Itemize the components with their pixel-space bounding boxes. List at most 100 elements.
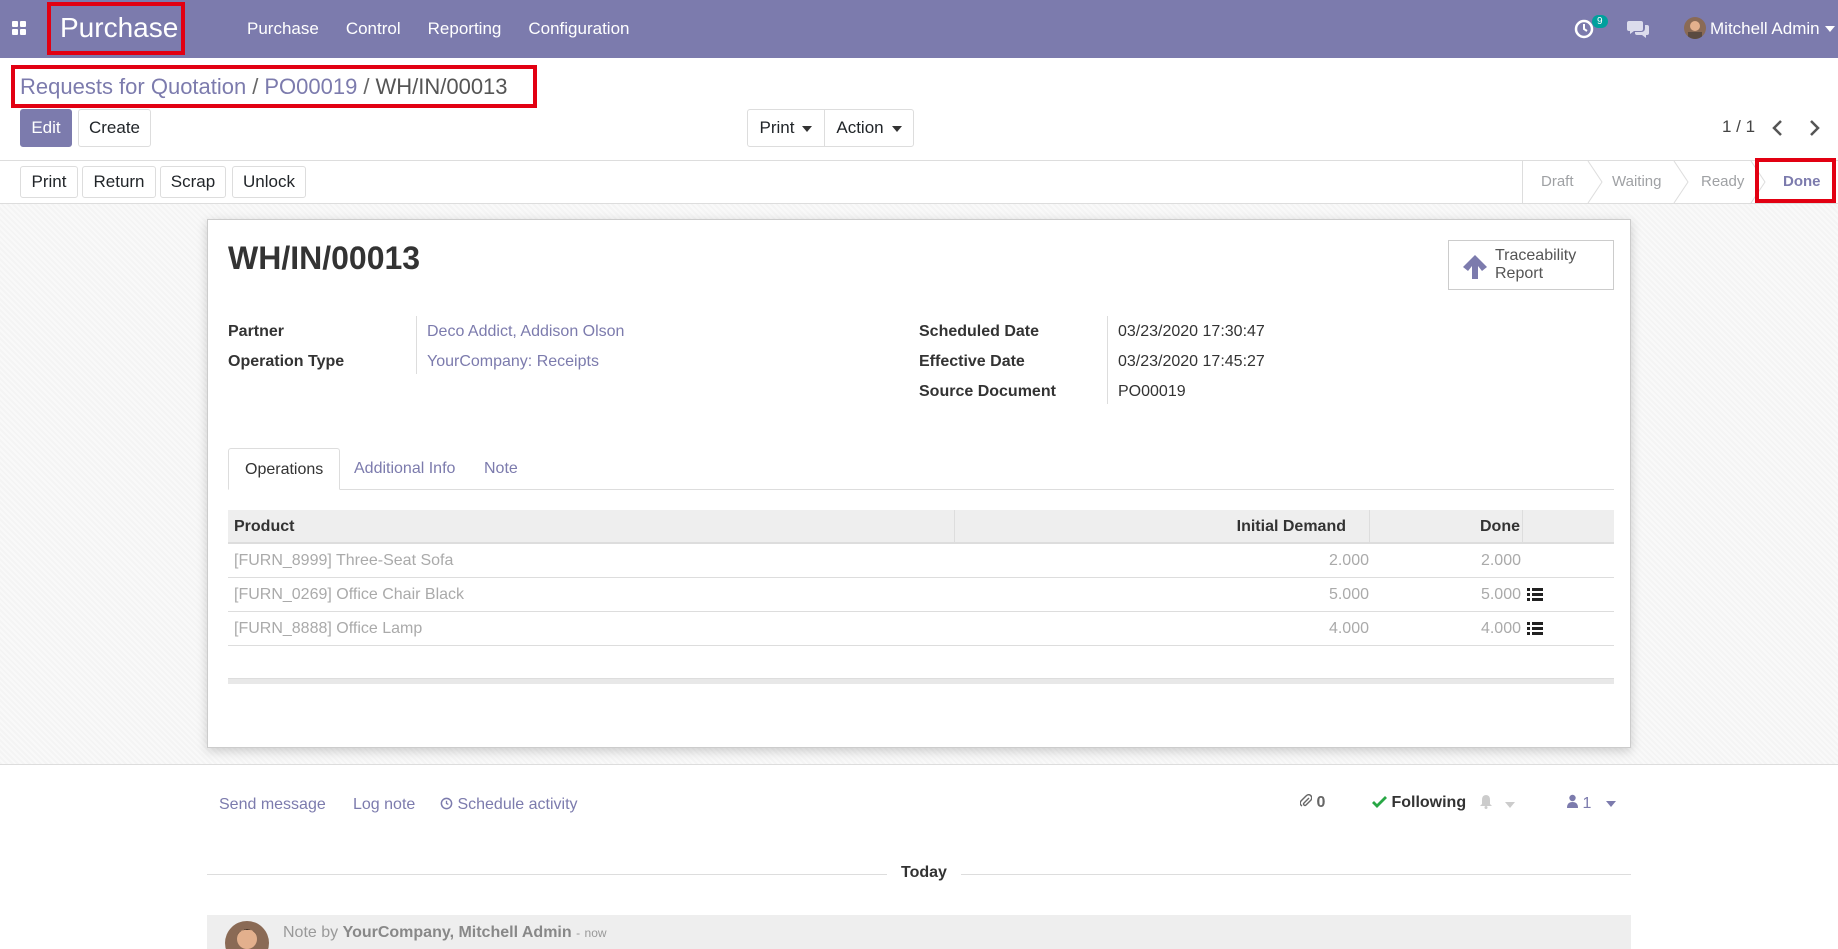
return-button[interactable]: Return bbox=[82, 166, 156, 198]
tab-operations[interactable]: Operations bbox=[228, 448, 341, 490]
pager-previous-icon[interactable] bbox=[1771, 119, 1785, 137]
top-navbar: Purchase Purchase Control Reporting Conf… bbox=[0, 0, 1838, 58]
scheduled-date-value: 03/23/2020 17:30:47 bbox=[1118, 323, 1265, 340]
source-document-label: Source Document bbox=[919, 383, 1056, 400]
scrap-button[interactable]: Scrap bbox=[160, 166, 226, 198]
menu-reporting[interactable]: Reporting bbox=[428, 19, 502, 39]
column-divider bbox=[1369, 510, 1370, 544]
traceability-report-label: Traceability Report bbox=[1495, 247, 1577, 282]
date-separator-today: Today bbox=[887, 864, 961, 882]
user-menu[interactable]: Mitchell Admin bbox=[1710, 19, 1820, 39]
followers-button[interactable]: 1 bbox=[1567, 794, 1616, 813]
clock-icon bbox=[440, 797, 453, 810]
effective-date-value: 03/23/2020 17:45:27 bbox=[1118, 353, 1265, 370]
table-row[interactable]: [FURN_8999] Three-Seat Sofa 2.000 2.000 bbox=[228, 544, 1614, 578]
unlock-button[interactable]: Unlock bbox=[232, 166, 306, 198]
column-done[interactable]: Done bbox=[1474, 510, 1526, 544]
stage-ready[interactable]: Ready bbox=[1701, 161, 1744, 203]
form-sheet: WH/IN/00013 Traceability Report Partner … bbox=[207, 219, 1631, 748]
followers-count: 1 bbox=[1582, 795, 1592, 812]
action-dropdown-label: Action bbox=[836, 118, 884, 137]
column-initial-demand[interactable]: Initial Demand bbox=[1231, 510, 1352, 544]
bell-icon bbox=[1480, 795, 1492, 809]
chatter-message: Note by YourCompany, Mitchell Admin - no… bbox=[207, 915, 1631, 949]
stage-arrow-icon bbox=[1587, 161, 1603, 203]
stage-draft[interactable]: Draft bbox=[1541, 161, 1574, 203]
stage-divider bbox=[1522, 161, 1523, 203]
detailed-operations-list-icon[interactable] bbox=[1527, 588, 1543, 602]
caret-down-icon bbox=[891, 125, 902, 132]
schedule-activity-label: Schedule activity bbox=[457, 796, 578, 813]
row-product: [FURN_8888] Office Lamp bbox=[234, 620, 423, 637]
operation-type-label: Operation Type bbox=[228, 353, 345, 370]
row-product: [FURN_0269] Office Chair Black bbox=[234, 586, 465, 603]
row-initial-demand: 4.000 bbox=[1328, 620, 1369, 637]
field-divider bbox=[1107, 316, 1108, 404]
paperclip-icon bbox=[1299, 793, 1313, 807]
send-message-button[interactable]: Send message bbox=[219, 796, 326, 814]
record-title: WH/IN/00013 bbox=[228, 240, 421, 276]
following-button[interactable]: Following bbox=[1372, 794, 1466, 812]
notification-bell-dropdown[interactable] bbox=[1479, 794, 1516, 814]
source-document-value: PO00019 bbox=[1118, 383, 1186, 400]
table-footer bbox=[228, 678, 1614, 684]
detailed-operations-list-icon[interactable] bbox=[1527, 622, 1543, 636]
pager-next-icon[interactable] bbox=[1807, 119, 1821, 137]
tab-additional-info[interactable]: Additional Info bbox=[338, 448, 471, 490]
tab-note[interactable]: Note bbox=[468, 448, 534, 490]
caret-down-icon bbox=[1505, 801, 1516, 808]
partner-link[interactable]: Deco Addict, Addison Olson bbox=[427, 323, 624, 341]
row-initial-demand: 2.000 bbox=[1328, 552, 1369, 569]
status-bar: Print Return Scrap Unlock Draft Waiting … bbox=[0, 160, 1838, 204]
schedule-activity-button[interactable]: Schedule activity bbox=[440, 796, 578, 814]
column-divider bbox=[954, 510, 955, 544]
print-dropdown[interactable]: Print bbox=[747, 109, 825, 147]
create-button[interactable]: Create bbox=[78, 109, 151, 147]
pager-value[interactable]: 1 / 1 bbox=[1722, 117, 1755, 137]
table-row[interactable]: [FURN_8888] Office Lamp 4.000 4.000 bbox=[228, 612, 1614, 646]
apps-menu-icon[interactable] bbox=[12, 21, 28, 37]
message-type-prefix: Note by bbox=[283, 924, 339, 941]
message-author-avatar[interactable] bbox=[225, 921, 269, 949]
user-avatar[interactable] bbox=[1684, 17, 1706, 39]
user-menu-caret-icon[interactable] bbox=[1825, 26, 1835, 32]
operations-table: Product Initial Demand Done [FURN_8999] … bbox=[228, 510, 1614, 684]
highlight-breadcrumb bbox=[11, 65, 537, 108]
row-done: 5.000 bbox=[1480, 586, 1521, 603]
menu-configuration[interactable]: Configuration bbox=[528, 19, 629, 39]
notebook-tabs: Operations Additional Info Note bbox=[228, 448, 1614, 490]
scheduled-date-label: Scheduled Date bbox=[919, 323, 1040, 340]
print-dropdown-label: Print bbox=[759, 118, 795, 137]
row-done: 2.000 bbox=[1480, 552, 1521, 569]
attachments-button[interactable]: 0 bbox=[1299, 793, 1325, 812]
caret-down-icon bbox=[1605, 800, 1616, 807]
print-button[interactable]: Print bbox=[20, 166, 78, 198]
edit-button[interactable]: Edit bbox=[20, 109, 72, 147]
row-initial-demand: 5.000 bbox=[1328, 586, 1369, 603]
arrow-up-icon bbox=[1463, 255, 1487, 279]
partner-label: Partner bbox=[228, 323, 285, 340]
menu-purchase[interactable]: Purchase bbox=[247, 19, 319, 39]
messages-icon[interactable] bbox=[1626, 18, 1650, 40]
message-header: Note by YourCompany, Mitchell Admin - no… bbox=[283, 924, 607, 942]
check-icon bbox=[1372, 796, 1387, 808]
log-note-button[interactable]: Log note bbox=[353, 796, 415, 814]
top-menu: Purchase Control Reporting Configuration bbox=[247, 19, 656, 39]
highlight-app-brand bbox=[47, 2, 185, 55]
action-dropdown[interactable]: Action bbox=[824, 109, 914, 147]
table-header: Product Initial Demand Done bbox=[228, 510, 1614, 544]
traceability-report-button[interactable]: Traceability Report bbox=[1448, 240, 1614, 290]
caret-down-icon bbox=[802, 125, 813, 132]
message-time: now bbox=[584, 926, 607, 940]
stage-arrow-icon bbox=[1673, 161, 1689, 203]
message-author[interactable]: YourCompany, Mitchell Admin bbox=[343, 924, 572, 941]
stage-waiting[interactable]: Waiting bbox=[1612, 161, 1661, 203]
following-label: Following bbox=[1391, 794, 1467, 811]
menu-control[interactable]: Control bbox=[346, 19, 401, 39]
operation-type-link[interactable]: YourCompany: Receipts bbox=[427, 353, 599, 371]
table-row[interactable]: [FURN_0269] Office Chair Black 5.000 5.0… bbox=[228, 578, 1614, 612]
column-product[interactable]: Product bbox=[228, 510, 300, 544]
activity-count-badge: 9 bbox=[1592, 15, 1608, 28]
row-done: 4.000 bbox=[1480, 620, 1521, 637]
chatter: Send message Log note Schedule activity … bbox=[207, 780, 1631, 949]
